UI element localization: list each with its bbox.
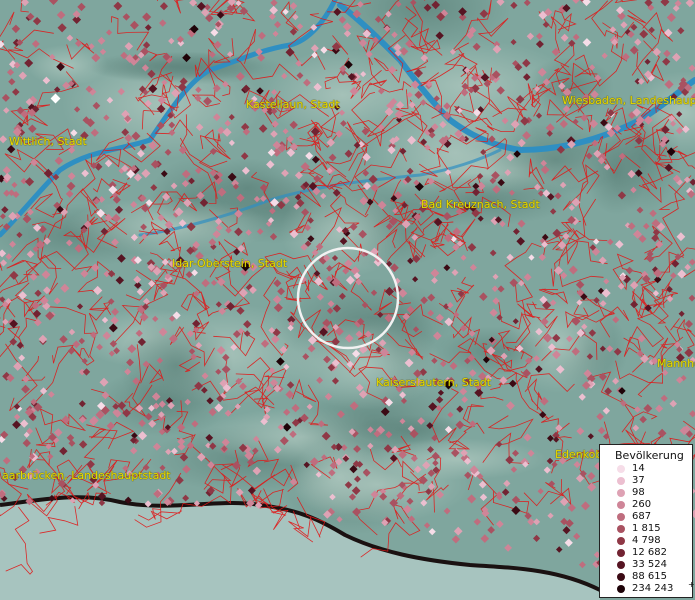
city-label-kastellaun[interactable]: Kastellaun, Stadt xyxy=(246,99,340,111)
legend-label: 687 xyxy=(632,511,652,522)
legend-row: 687 xyxy=(600,511,692,523)
legend-row: 14 xyxy=(600,463,692,475)
legend-swatch xyxy=(617,537,625,545)
map-layers[interactable] xyxy=(0,0,695,600)
legend-row: 4 798 xyxy=(600,535,692,547)
legend-title: Bevölkerung xyxy=(615,449,684,462)
city-label-wittlich[interactable]: Wittlich, Stadt xyxy=(9,136,87,148)
legend-label: 33 524 xyxy=(632,559,667,570)
terrain-blob xyxy=(284,446,471,524)
legend-swatch xyxy=(617,561,625,569)
legend-swatch xyxy=(617,525,625,533)
population-legend: Bevölkerung 14 37 98 260 687 1 815 4 798… xyxy=(599,444,695,598)
legend-swatch xyxy=(617,549,625,557)
legend-row: 1 815 xyxy=(600,523,692,535)
legend-label: 14 xyxy=(632,463,645,474)
legend-label: 4 798 xyxy=(632,535,661,546)
legend-row: 12 682 xyxy=(600,547,692,559)
legend-swatch xyxy=(617,585,625,593)
map-canvas[interactable]: Kastellaun, Stadt Wiesbaden, Landeshaupt… xyxy=(0,0,695,600)
city-label-bad-kreuznach[interactable]: Bad Kreuznach, Stadt xyxy=(421,199,540,211)
legend-row: 234 243 + xyxy=(600,580,695,595)
city-label-edenkoben[interactable]: Edenkob xyxy=(555,449,602,461)
legend-swatch xyxy=(617,465,625,473)
legend-label: 88 615 xyxy=(632,571,667,582)
legend-label: 98 xyxy=(632,487,645,498)
city-label-mannheim[interactable]: Mannhei xyxy=(657,358,695,370)
legend-row: 88 615 xyxy=(600,571,692,583)
legend-swatch xyxy=(617,573,625,581)
legend-label: 260 xyxy=(632,499,652,510)
legend-label: 12 682 xyxy=(632,547,667,558)
legend-label: 1 815 xyxy=(632,523,661,534)
legend-overflow-mark: + xyxy=(688,580,695,589)
legend-row: 33 524 xyxy=(600,559,692,571)
legend-row: 98 xyxy=(600,487,692,499)
legend-swatch xyxy=(617,501,625,509)
city-label-saarbruecken[interactable]: aarbrücken, Landeshauptstadt xyxy=(2,470,171,482)
legend-label: 37 xyxy=(632,475,645,486)
legend-row: 37 xyxy=(600,475,692,487)
legend-swatch xyxy=(617,489,625,497)
city-label-idar-oberstein[interactable]: Idar-Oberstein, Stadt xyxy=(172,258,287,270)
city-label-kaiserslautern[interactable]: Kaiserslautern, Stadt xyxy=(376,377,491,389)
legend-swatch xyxy=(617,513,625,521)
legend-swatch xyxy=(617,477,625,485)
city-label-wiesbaden[interactable]: Wiesbaden, Landeshauptstadt xyxy=(562,95,695,107)
legend-row: 260 xyxy=(600,499,692,511)
legend-label: 234 243 xyxy=(632,583,674,594)
